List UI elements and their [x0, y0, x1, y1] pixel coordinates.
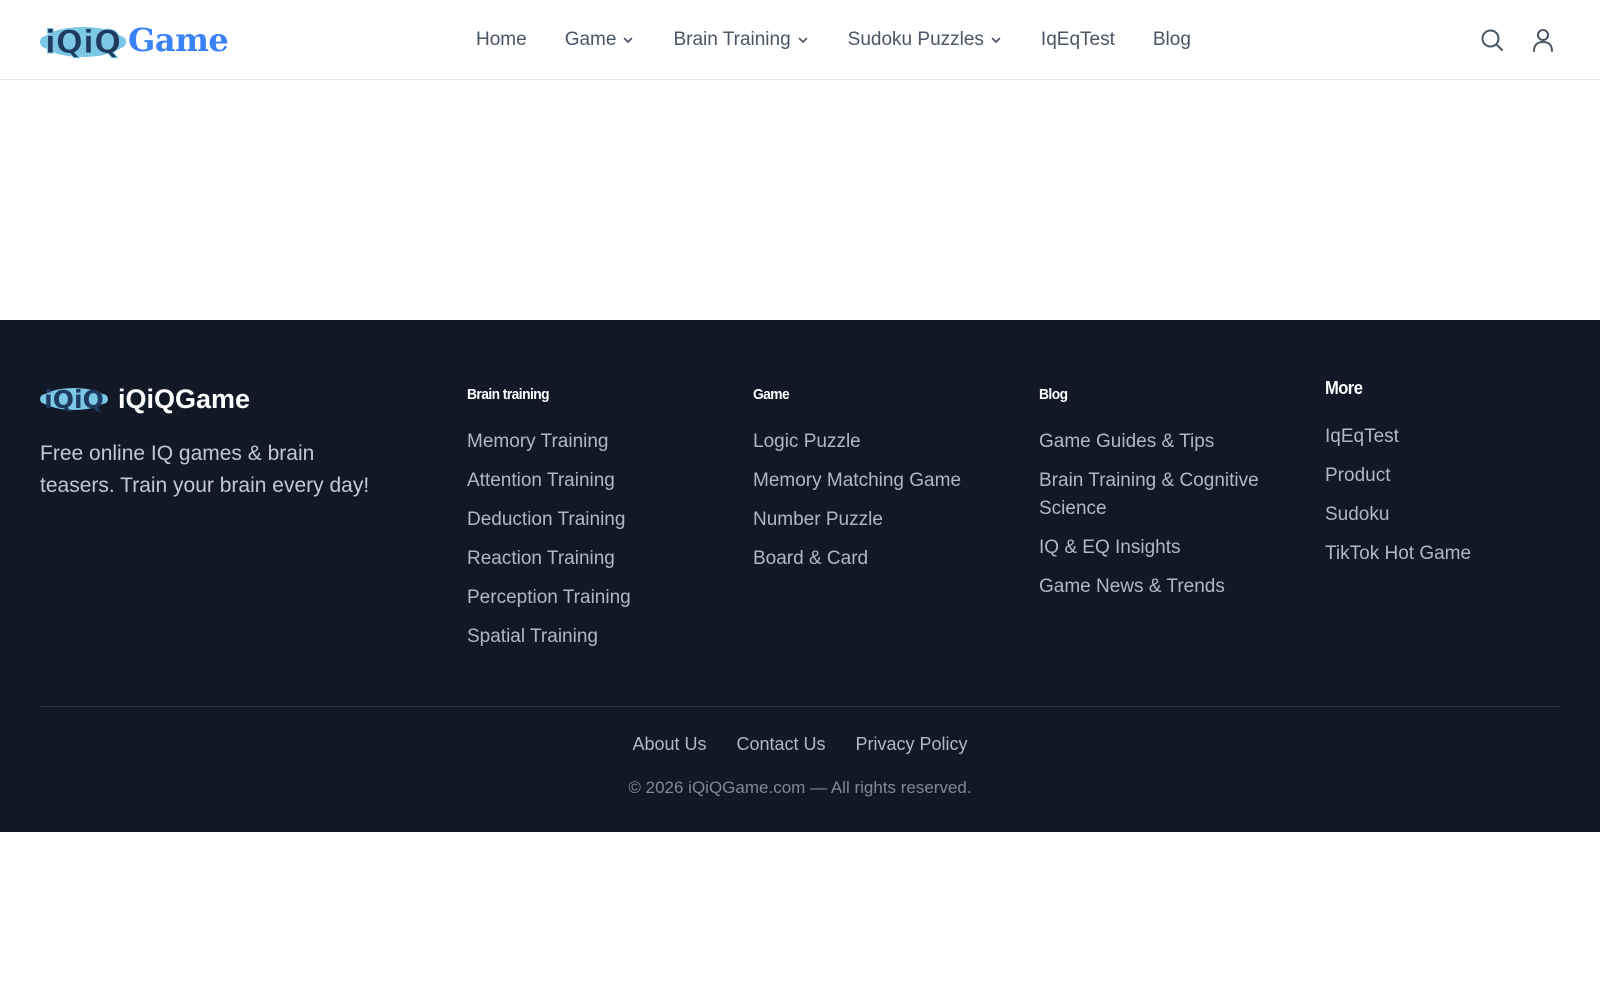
- nav-iqeqtest[interactable]: IqEqTest: [1041, 0, 1115, 80]
- footer-link[interactable]: TikTok Hot Game: [1325, 543, 1471, 564]
- site-logo-link[interactable]: iQiQ Game: [40, 18, 229, 62]
- about-us-link[interactable]: About Us: [632, 734, 706, 755]
- nav-brain-training[interactable]: Brain Training: [673, 0, 809, 80]
- footer-link[interactable]: Perception Training: [467, 587, 631, 608]
- chevron-down-icon: [624, 37, 633, 43]
- nav-home[interactable]: Home: [476, 0, 527, 80]
- footer-divider: [40, 706, 1560, 707]
- footer-column-title: More: [1325, 378, 1363, 398]
- footer-tagline: Free online IQ games & brain teasers. Tr…: [40, 442, 370, 497]
- footer-link[interactable]: Number Puzzle: [753, 509, 883, 530]
- footer-column-more: More IqEqTest Product Sudoku TikTok Hot …: [1325, 375, 1565, 579]
- footer-link[interactable]: Brain Training & Cognitive Science: [1039, 470, 1259, 519]
- footer-link[interactable]: Memory Matching Game: [753, 470, 961, 491]
- footer-link[interactable]: Game Guides & Tips: [1039, 431, 1214, 452]
- footer-link[interactable]: Spatial Training: [467, 626, 598, 647]
- footer-link[interactable]: Attention Training: [467, 470, 615, 491]
- nav-sudoku-puzzles[interactable]: Sudoku Puzzles: [848, 0, 1003, 80]
- footer-column-title: Game: [753, 386, 790, 403]
- footer-link[interactable]: Memory Training: [467, 431, 609, 452]
- chevron-down-icon: [798, 37, 807, 43]
- search-icon[interactable]: [1479, 27, 1505, 53]
- footer-column-game: Game Logic Puzzle Memory Matching Game N…: [753, 382, 1003, 584]
- svg-text:iQiQ: iQiQ: [45, 23, 121, 61]
- iqiq-logo-icon: iQiQ: [40, 20, 126, 62]
- logo-wordmark: Game: [128, 21, 229, 59]
- footer-link[interactable]: IQ & EQ Insights: [1039, 537, 1181, 558]
- privacy-policy-link[interactable]: Privacy Policy: [856, 734, 968, 755]
- nav-game[interactable]: Game: [565, 0, 636, 80]
- footer-link[interactable]: Game News & Trends: [1039, 576, 1225, 597]
- footer-link[interactable]: Sudoku: [1325, 504, 1389, 525]
- nav-blog[interactable]: Blog: [1153, 0, 1191, 80]
- footer-brand-name: iQiQGame: [118, 383, 251, 414]
- footer-column-title: Blog: [1039, 386, 1068, 403]
- footer-column-blog: Blog Game Guides & Tips Brain Training &…: [1039, 382, 1289, 612]
- footer-bottom-links: About Us Contact Us Privacy Policy: [0, 734, 1600, 755]
- site-footer: iQiQ iQiQGame Free online IQ games & bra…: [0, 320, 1600, 832]
- footer-link[interactable]: Logic Puzzle: [753, 431, 861, 452]
- footer-link[interactable]: Board & Card: [753, 548, 868, 569]
- copyright-text: © 2026 iQiQGame.com — All rights reserve…: [628, 778, 972, 797]
- footer-brand: iQiQ iQiQGame: [40, 382, 250, 416]
- main-nav: Home Game Brain Training Sudoku Puzzles …: [476, 0, 1191, 80]
- chevron-down-icon: [991, 37, 1001, 43]
- footer-link[interactable]: Product: [1325, 465, 1390, 486]
- footer-column-brain-training: Brain training Memory Training Attention…: [467, 382, 717, 662]
- footer-link[interactable]: Reaction Training: [467, 548, 615, 569]
- site-header: iQiQ Game Home Game Brain Training Sudok…: [0, 0, 1600, 80]
- svg-text:iQiQ: iQiQ: [44, 385, 104, 414]
- footer-link[interactable]: IqEqTest: [1325, 426, 1399, 447]
- footer-link[interactable]: Deduction Training: [467, 509, 625, 530]
- user-icon[interactable]: [1530, 27, 1556, 53]
- iqiq-logo-icon: iQiQ: [40, 385, 108, 414]
- contact-us-link[interactable]: Contact Us: [736, 734, 825, 755]
- footer-column-title: Brain training: [467, 386, 550, 403]
